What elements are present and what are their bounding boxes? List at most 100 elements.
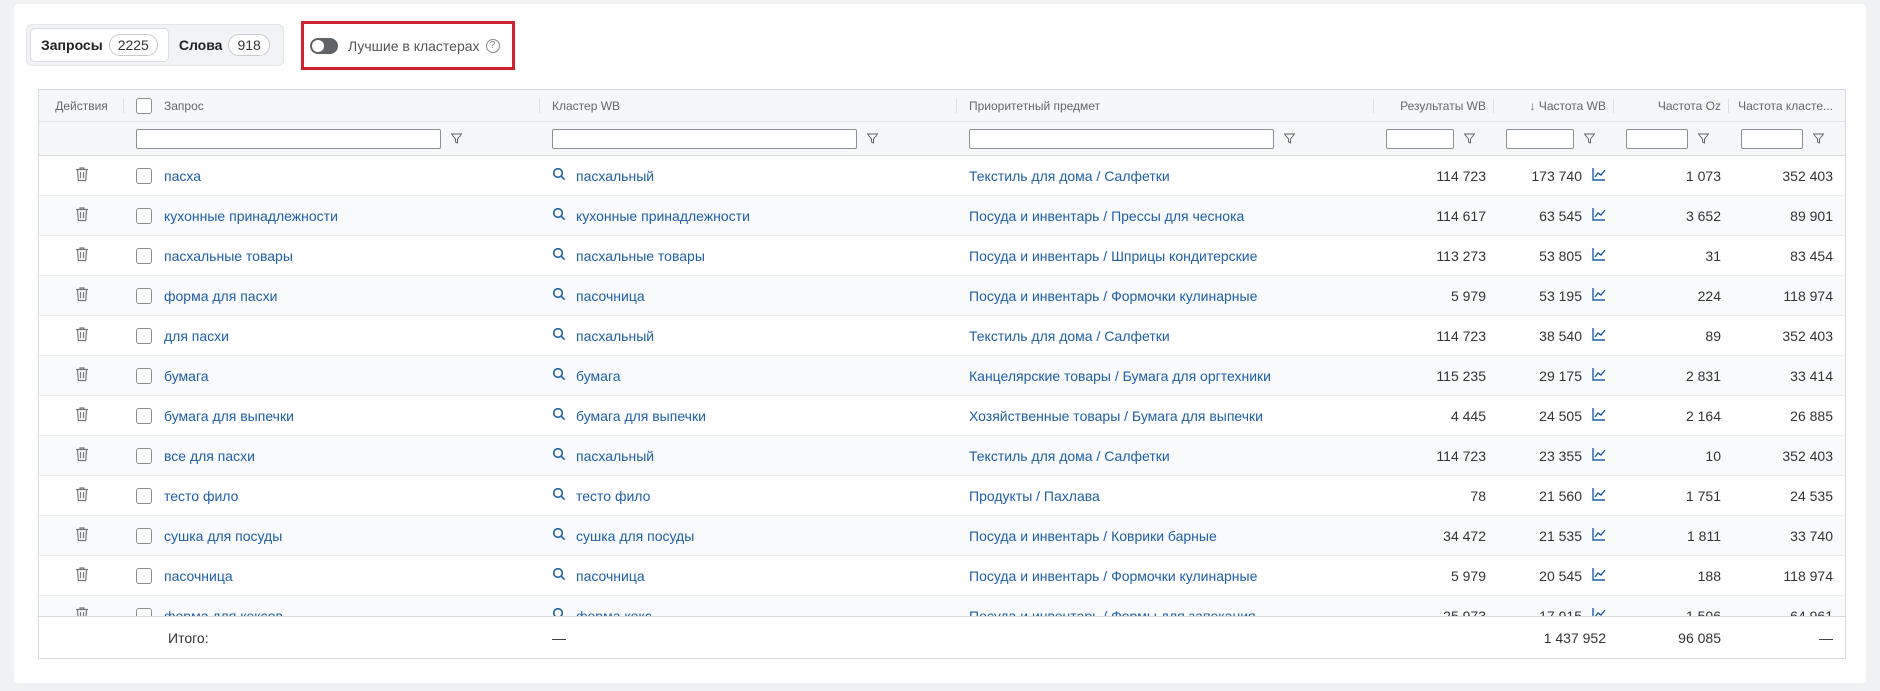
- funnel-icon[interactable]: [1463, 131, 1476, 147]
- trash-icon[interactable]: [75, 166, 89, 185]
- subject-link[interactable]: Хозяйственные товары / Бумага для выпечк…: [969, 408, 1263, 424]
- query-link[interactable]: все для пасхи: [164, 448, 255, 464]
- line-chart-icon[interactable]: [1592, 287, 1606, 304]
- row-checkbox[interactable]: [136, 247, 152, 264]
- trash-icon[interactable]: [75, 366, 89, 385]
- query-link[interactable]: бумага для выпечки: [164, 408, 294, 424]
- row-checkbox[interactable]: [136, 407, 152, 424]
- line-chart-icon[interactable]: [1592, 207, 1606, 224]
- funnel-icon[interactable]: [1812, 131, 1825, 147]
- subject-link[interactable]: Посуда и инвентарь / Формочки кулинарные: [969, 568, 1257, 584]
- search-icon[interactable]: [552, 207, 566, 224]
- search-icon[interactable]: [552, 367, 566, 384]
- search-icon[interactable]: [552, 447, 566, 464]
- best-in-clusters-toggle[interactable]: [310, 37, 338, 54]
- query-link[interactable]: для пасхи: [164, 328, 229, 344]
- cluster-link[interactable]: сушка для посуды: [576, 528, 694, 544]
- query-link[interactable]: бумага: [164, 368, 209, 384]
- subject-link[interactable]: Посуда и инвентарь / Шприцы кондитерские: [969, 248, 1257, 264]
- query-link[interactable]: пасха: [164, 168, 201, 184]
- search-icon[interactable]: [552, 167, 566, 184]
- row-checkbox[interactable]: [136, 567, 152, 584]
- trash-icon[interactable]: [75, 526, 89, 545]
- subject-link[interactable]: Посуда и инвентарь / Коврики барные: [969, 528, 1217, 544]
- line-chart-icon[interactable]: [1592, 327, 1606, 344]
- question-circle-icon[interactable]: ?: [485, 38, 500, 53]
- filter-input-subject[interactable]: [969, 128, 1274, 149]
- subject-link[interactable]: Текстиль для дома / Салфетки: [969, 448, 1170, 464]
- row-checkbox[interactable]: [136, 487, 152, 504]
- trash-icon[interactable]: [75, 406, 89, 425]
- row-checkbox[interactable]: [136, 287, 152, 304]
- query-link[interactable]: сушка для посуды: [164, 528, 282, 544]
- trash-icon[interactable]: [75, 286, 89, 305]
- cluster-link[interactable]: пасхальные товары: [576, 248, 705, 264]
- search-icon[interactable]: [552, 527, 566, 544]
- select-all-checkbox[interactable]: [136, 97, 152, 114]
- subject-link[interactable]: Посуда и инвентарь / Прессы для чеснока: [969, 208, 1244, 224]
- cluster-link[interactable]: бумага: [576, 368, 621, 384]
- cluster-link[interactable]: пасочница: [576, 568, 645, 584]
- line-chart-icon[interactable]: [1592, 487, 1606, 504]
- funnel-icon[interactable]: [866, 131, 879, 147]
- trash-icon[interactable]: [75, 206, 89, 225]
- search-icon[interactable]: [552, 247, 566, 264]
- filter-input-freq-wb[interactable]: [1506, 128, 1574, 149]
- header-subject[interactable]: Приоритетный предмет: [957, 90, 1374, 121]
- search-icon[interactable]: [552, 287, 566, 304]
- trash-icon[interactable]: [75, 566, 89, 585]
- trash-icon[interactable]: [75, 446, 89, 465]
- line-chart-icon[interactable]: [1592, 447, 1606, 464]
- cluster-link[interactable]: кухонные принадлежности: [576, 208, 750, 224]
- tab-queries[interactable]: Запросы 2225: [30, 28, 169, 62]
- header-cluster-freq[interactable]: Частота класте...: [1729, 90, 1845, 121]
- line-chart-icon[interactable]: [1592, 167, 1606, 184]
- tab-words[interactable]: Слова 918: [169, 28, 280, 62]
- funnel-icon[interactable]: [1697, 131, 1710, 147]
- header-cluster[interactable]: Кластер WB: [540, 90, 957, 121]
- cluster-link[interactable]: бумага для выпечки: [576, 408, 706, 424]
- filter-input-results[interactable]: [1386, 128, 1454, 149]
- query-link[interactable]: форма для пасхи: [164, 288, 277, 304]
- cluster-link[interactable]: пасхальный: [576, 168, 654, 184]
- query-link[interactable]: пасочница: [164, 568, 233, 584]
- subject-link[interactable]: Посуда и инвентарь / Формочки кулинарные: [969, 288, 1257, 304]
- filter-input-query[interactable]: [136, 128, 441, 149]
- subject-link[interactable]: Текстиль для дома / Салфетки: [969, 328, 1170, 344]
- cluster-link[interactable]: пасхальный: [576, 448, 654, 464]
- filter-input-cluster-freq[interactable]: [1741, 128, 1803, 149]
- header-freq-oz[interactable]: Частота Oz: [1614, 90, 1729, 121]
- line-chart-icon[interactable]: [1592, 367, 1606, 384]
- header-query[interactable]: Запрос: [124, 90, 540, 121]
- header-results[interactable]: Результаты WB: [1374, 90, 1494, 121]
- row-checkbox[interactable]: [136, 327, 152, 344]
- row-checkbox[interactable]: [136, 447, 152, 464]
- row-checkbox[interactable]: [136, 207, 152, 224]
- row-checkbox[interactable]: [136, 527, 152, 544]
- subject-link[interactable]: Текстиль для дома / Салфетки: [969, 168, 1170, 184]
- line-chart-icon[interactable]: [1592, 247, 1606, 264]
- search-icon[interactable]: [552, 407, 566, 424]
- filter-input-cluster[interactable]: [552, 128, 857, 149]
- cluster-link[interactable]: тесто фило: [576, 488, 650, 504]
- search-icon[interactable]: [552, 487, 566, 504]
- funnel-icon[interactable]: [450, 131, 463, 147]
- trash-icon[interactable]: [75, 326, 89, 345]
- subject-link[interactable]: Продукты / Пахлава: [969, 488, 1100, 504]
- cluster-link[interactable]: пасочница: [576, 288, 645, 304]
- cluster-link[interactable]: пасхальный: [576, 328, 654, 344]
- trash-icon[interactable]: [75, 246, 89, 265]
- search-icon[interactable]: [552, 327, 566, 344]
- funnel-icon[interactable]: [1583, 131, 1596, 147]
- header-freq-wb[interactable]: ↓ Частота WB: [1494, 90, 1614, 121]
- filter-input-freq-oz[interactable]: [1626, 128, 1688, 149]
- query-link[interactable]: пасхальные товары: [164, 248, 293, 264]
- query-link[interactable]: тесто фило: [164, 488, 238, 504]
- line-chart-icon[interactable]: [1592, 567, 1606, 584]
- row-checkbox[interactable]: [136, 367, 152, 384]
- trash-icon[interactable]: [75, 486, 89, 505]
- line-chart-icon[interactable]: [1592, 407, 1606, 424]
- row-checkbox[interactable]: [136, 167, 152, 184]
- line-chart-icon[interactable]: [1592, 527, 1606, 544]
- subject-link[interactable]: Канцелярские товары / Бумага для оргтехн…: [969, 368, 1271, 384]
